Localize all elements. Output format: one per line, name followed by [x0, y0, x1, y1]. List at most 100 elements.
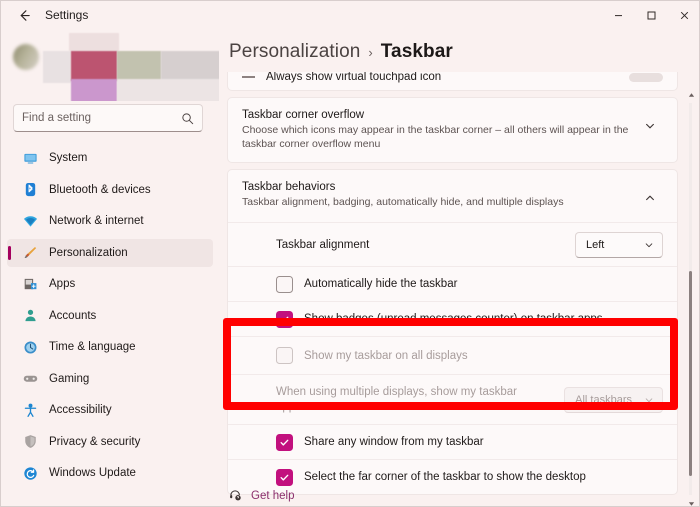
scroll-down-arrow-icon[interactable] — [685, 497, 697, 506]
section-title: Taskbar behaviors — [242, 181, 336, 193]
bluetooth-icon — [21, 181, 39, 199]
content-scrollbar[interactable] — [685, 89, 697, 506]
taskbar-corner-overflow-card[interactable]: Taskbar corner overflow Choose which ico… — [227, 97, 678, 163]
window-controls — [602, 1, 699, 29]
setting-label: Share any window from my taskbar — [304, 436, 484, 448]
setting-label: When using multiple displays, show my ta… — [276, 385, 517, 413]
close-button[interactable] — [668, 1, 699, 29]
apps-icon — [21, 275, 39, 293]
help-icon — [229, 489, 242, 502]
close-icon — [679, 10, 690, 21]
maximize-button[interactable] — [635, 1, 668, 29]
wifi-icon — [21, 212, 39, 230]
chevron-up-icon[interactable] — [637, 185, 663, 211]
back-arrow-icon — [17, 8, 32, 23]
sidebar-item-label: Apps — [49, 278, 76, 290]
sidebar-item-privacy-security[interactable]: Privacy & security — [7, 428, 213, 456]
redaction-block — [117, 51, 161, 81]
maximize-icon — [646, 10, 657, 21]
sidebar-item-accounts[interactable]: Accounts — [7, 302, 213, 330]
sidebar-item-label: Bluetooth & devices — [49, 183, 151, 196]
sidebar-item-label: Gaming — [49, 372, 90, 385]
setting-row-multi-display-taskbar-apps: When using multiple displays, show my ta… — [228, 374, 677, 424]
setting-row-share-any-window[interactable]: Share any window from my taskbar — [228, 424, 677, 459]
search-icon — [181, 112, 194, 125]
setting-row-show-badges[interactable]: Show badges (unread messages counter) on… — [228, 301, 677, 336]
sidebar-item-bluetooth-devices[interactable]: Bluetooth & devices — [7, 176, 213, 204]
toggle-partial[interactable] — [629, 72, 663, 82]
dropdown-value: All taskbars — [575, 393, 632, 406]
checkbox-checked-icon[interactable] — [276, 433, 293, 451]
sidebar-item-gaming[interactable]: Gaming — [7, 365, 213, 393]
sidebar-item-label: System — [49, 152, 88, 164]
get-help-link[interactable]: Get help — [251, 490, 294, 502]
main-content: Personalization › Taskbar Always show vi… — [219, 29, 699, 506]
sidebar-item-label: Accessibility — [49, 404, 112, 416]
setting-row-far-corner-show-desktop[interactable]: Select the far corner of the taskbar to … — [228, 459, 677, 494]
multi-display-taskbar-apps-dropdown: All taskbars — [564, 386, 663, 413]
section-header-taskbar-corner-overflow[interactable]: Taskbar corner overflow Choose which ico… — [228, 98, 677, 162]
page-title: Taskbar — [380, 41, 453, 62]
paintbrush-icon — [21, 244, 39, 262]
setting-label: Select the far corner of the taskbar to … — [304, 471, 586, 483]
redaction-block — [43, 51, 71, 83]
update-icon — [21, 464, 39, 482]
sidebar-item-system[interactable]: System — [7, 144, 213, 172]
chevron-down-icon — [644, 240, 654, 250]
shield-icon — [21, 433, 39, 451]
sidebar-item-label: Accounts — [49, 309, 97, 322]
get-help-footer[interactable]: Get help — [229, 489, 294, 502]
sidebar-item-network-internet[interactable]: Network & internet — [7, 207, 213, 235]
person-icon — [21, 307, 39, 325]
title-bar: Settings — [1, 1, 699, 29]
checkbox-checked-icon[interactable] — [276, 468, 293, 486]
sidebar-item-label: Windows Update — [49, 467, 136, 479]
sidebar-item-label: Privacy & security — [49, 435, 141, 448]
section-title: Taskbar corner overflow — [242, 109, 365, 121]
sidebar-item-accessibility[interactable]: Accessibility — [7, 396, 213, 424]
chevron-down-icon — [644, 395, 654, 405]
scroll-up-arrow-icon[interactable] — [685, 89, 697, 101]
sidebar-item-windows-update[interactable]: Windows Update — [7, 459, 213, 487]
taskbar-behaviors-card: Taskbar behaviors Taskbar alignment, bad… — [227, 169, 678, 495]
sidebar-item-label: Network & internet — [49, 215, 144, 227]
minimize-icon — [613, 10, 624, 21]
partial-checkbox-icon — [242, 76, 255, 78]
redaction-block — [71, 51, 117, 81]
breadcrumb: Personalization › Taskbar — [229, 41, 453, 63]
checkbox-unchecked-disabled-icon — [276, 347, 293, 364]
checkbox-checked-icon[interactable] — [276, 310, 293, 328]
search-input[interactable] — [22, 112, 181, 124]
back-button[interactable] — [9, 2, 39, 28]
monitor-icon — [21, 149, 39, 167]
sidebar-item-label: Personalization — [49, 246, 128, 259]
setting-label: Show badges (unread messages counter) on… — [304, 313, 603, 325]
section-subtitle: Taskbar alignment, badging, automaticall… — [242, 196, 564, 208]
breadcrumb-separator-icon: › — [368, 45, 373, 60]
search-box[interactable] — [13, 104, 203, 132]
accessibility-icon — [21, 401, 39, 419]
minimize-button[interactable] — [602, 1, 635, 29]
sidebar-nav: System Bluetooth & devices Network & int… — [7, 144, 213, 491]
setting-row-taskbar-alignment[interactable]: Taskbar alignment Left — [228, 222, 677, 266]
section-header-taskbar-behaviors[interactable]: Taskbar behaviors Taskbar alignment, bad… — [228, 170, 677, 222]
scrollbar-thumb[interactable] — [689, 271, 692, 476]
sidebar-item-label: Time & language — [49, 341, 136, 353]
section-subtitle: Choose which icons may appear in the tas… — [242, 124, 629, 150]
setting-row-auto-hide-taskbar[interactable]: Automatically hide the taskbar — [228, 266, 677, 301]
sidebar-item-apps[interactable]: Apps — [7, 270, 213, 298]
breadcrumb-parent[interactable]: Personalization — [229, 41, 360, 63]
gamepad-icon — [21, 370, 39, 388]
settings-scroll-area: Always show virtual touchpad icon Taskba… — [227, 72, 693, 502]
checkbox-unchecked-icon[interactable] — [276, 275, 293, 293]
sidebar-item-time-language[interactable]: Time & language — [7, 333, 213, 361]
dropdown-value: Left — [586, 238, 605, 251]
setting-row-always-show-virtual-touchpad[interactable]: Always show virtual touchpad icon — [228, 72, 677, 90]
setting-label: Show my taskbar on all displays — [304, 349, 468, 362]
sidebar-item-personalization[interactable]: Personalization — [7, 238, 213, 267]
window-title: Settings — [45, 8, 89, 22]
setting-label: Automatically hide the taskbar — [304, 278, 458, 290]
redaction-block — [71, 79, 117, 101]
chevron-down-icon[interactable] — [637, 113, 663, 139]
taskbar-alignment-dropdown[interactable]: Left — [575, 231, 663, 258]
